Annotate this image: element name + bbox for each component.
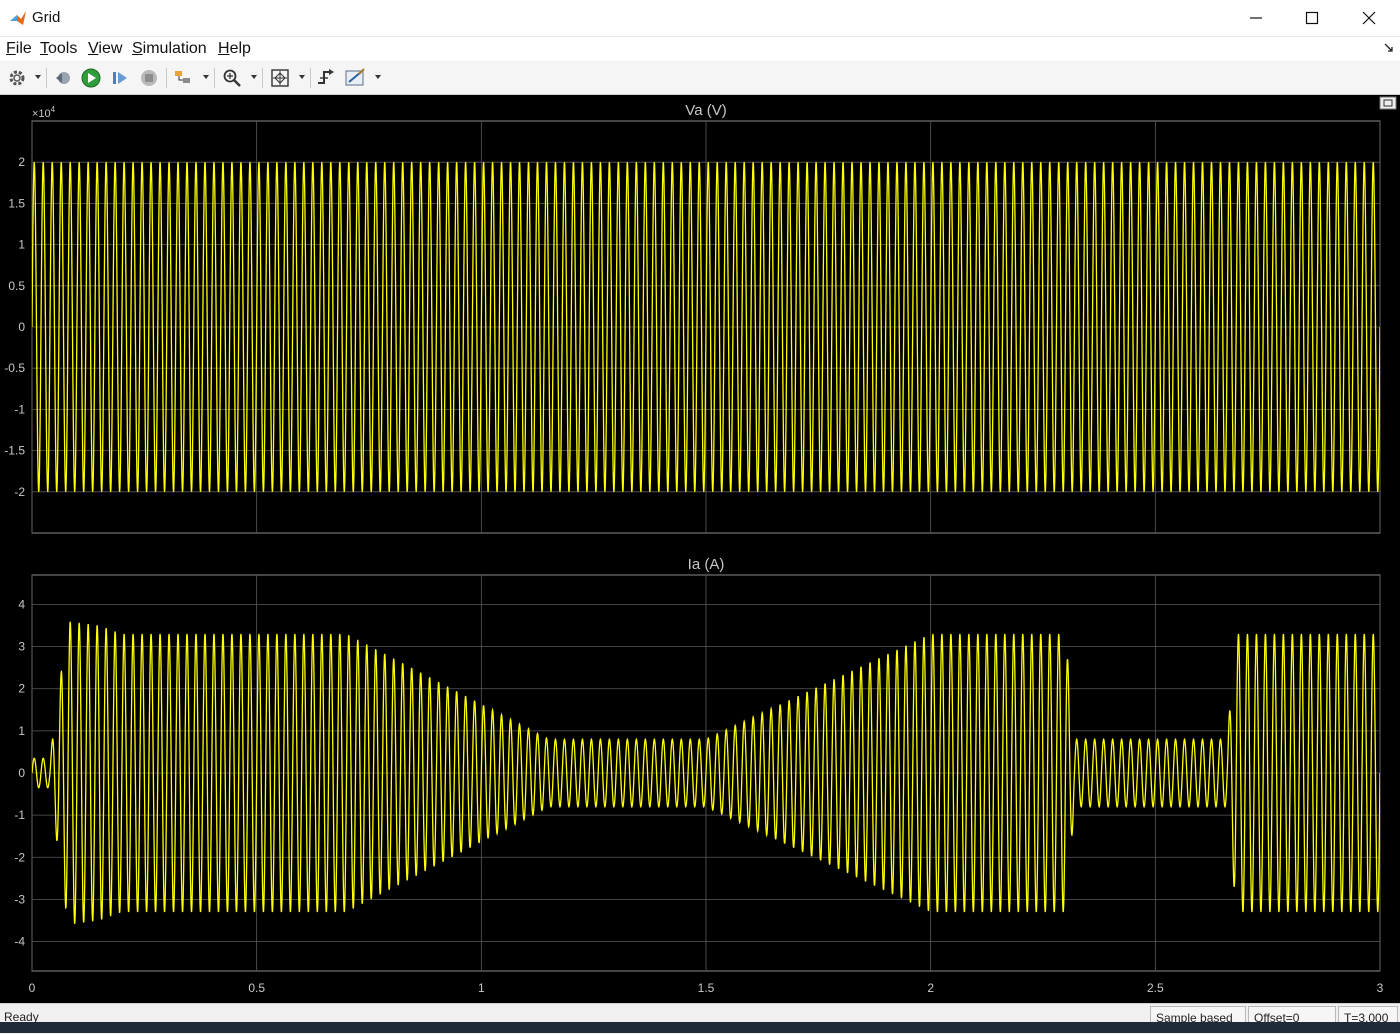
close-icon	[1362, 11, 1376, 25]
run-button[interactable]	[80, 66, 102, 90]
minimize-icon	[1250, 17, 1262, 19]
scope-plot-area: Va (V) -2 -1.5 -1 -0.5 0 0.5 1 1.5 2 ×104 Ia (A) 0 0.…	[0, 95, 1400, 1003]
settings-button[interactable]	[6, 66, 28, 90]
x-tick-label: 2	[927, 981, 934, 995]
plot-navigation-icon[interactable]	[1379, 96, 1397, 110]
y-tick-label: -2	[14, 850, 25, 864]
zoom-button[interactable]	[220, 66, 244, 90]
toolbar-separator	[262, 68, 263, 88]
x-tick-label: 0	[29, 981, 36, 995]
y-tick-label: -3	[14, 892, 25, 906]
trigger-button[interactable]	[314, 66, 338, 90]
plot-2: Ia (A) 0 0.5 1 1.5 2 2.5 3 -4 -3 -2 -1 0 1 2 3 4	[14, 556, 1383, 995]
y-tick-label: 1.5	[8, 196, 25, 210]
y-tick-label: 4	[18, 597, 25, 611]
matlab-logo-icon	[10, 11, 26, 25]
x-tick-label: 1	[478, 981, 485, 995]
y-tick-label: 0	[18, 766, 25, 780]
toolbar-separator	[166, 68, 167, 88]
autoscale-dropdown-arrow[interactable]	[299, 75, 305, 79]
scope-window: Grid File Tools View Simulation Help Va …	[0, 0, 1400, 1034]
window-title: Grid	[32, 9, 61, 26]
highlight-button[interactable]	[172, 66, 196, 90]
autoscale-button[interactable]	[268, 66, 292, 90]
x-tick-label: 0.5	[248, 981, 265, 995]
y-tick-label: -4	[14, 935, 25, 949]
y-tick-label: -1	[14, 808, 25, 822]
autoscale-icon	[271, 69, 289, 87]
y-tick-label: 3	[18, 640, 25, 654]
step-forward-icon	[113, 72, 127, 84]
menu-bar: File Tools View Simulation Help	[0, 37, 1400, 61]
title-bar[interactable]: Grid	[0, 0, 1400, 37]
y-tick-label: -0.5	[4, 361, 25, 375]
menu-view[interactable]: View	[88, 40, 122, 58]
trigger-icon	[318, 69, 334, 84]
y-tick-label: -2	[14, 485, 25, 499]
menu-tools[interactable]: Tools	[40, 40, 77, 58]
taskbar	[0, 1022, 1400, 1033]
x-tick-label: 2.5	[1147, 981, 1164, 995]
y-tick-label: 2	[18, 155, 25, 169]
toolbar	[0, 62, 1400, 95]
toolbar-separator	[46, 68, 47, 88]
plot-title: Ia (A)	[688, 556, 725, 573]
measurements-icon	[345, 68, 365, 86]
measurements-button[interactable]	[344, 66, 368, 90]
y-tick-label: 2	[18, 682, 25, 696]
stop-icon	[141, 70, 157, 86]
step-back-icon	[56, 72, 70, 84]
settings-icon	[9, 70, 25, 86]
y-tick-label: 0	[18, 320, 25, 334]
toolbar-separator	[310, 68, 311, 88]
minimize-button[interactable]	[1228, 0, 1284, 36]
highlight-icon	[175, 71, 190, 83]
y-tick-label: -1.5	[4, 444, 25, 458]
menu-simulation[interactable]: Simulation	[132, 40, 207, 58]
close-button[interactable]	[1341, 0, 1397, 36]
y-tick-label: 1	[18, 724, 25, 738]
plot-1: Va (V)-2-1.5-1-0.500.511.52×104	[4, 102, 1381, 534]
y-tick-label: 0.5	[8, 279, 25, 293]
toolbar-separator	[214, 68, 215, 88]
measurements-dropdown-arrow[interactable]	[375, 75, 381, 79]
run-icon	[81, 68, 101, 88]
plot-title: Va (V)	[685, 102, 726, 119]
menu-file[interactable]: File	[6, 40, 32, 58]
zoom-icon	[223, 69, 241, 87]
x-tick-label: 1.5	[698, 981, 715, 995]
y-tick-label: 1	[18, 238, 25, 252]
settings-dropdown-arrow[interactable]	[35, 75, 41, 79]
menu-help[interactable]: Help	[218, 40, 251, 58]
stop-button[interactable]	[138, 66, 160, 90]
step-forward-button[interactable]	[109, 66, 131, 90]
y-tick-label: -1	[14, 402, 25, 416]
scope-plots: Va (V)-2-1.5-1-0.500.511.52×104Ia (A)0 0.…	[0, 95, 1400, 1003]
highlight-dropdown-arrow[interactable]	[203, 75, 209, 79]
maximize-button[interactable]	[1284, 0, 1340, 36]
step-back-button[interactable]	[52, 66, 74, 90]
zoom-dropdown-arrow[interactable]	[251, 75, 257, 79]
maximize-icon	[1305, 11, 1319, 25]
x-tick-label: 3	[1377, 981, 1384, 995]
undock-icon[interactable]	[1383, 42, 1395, 54]
